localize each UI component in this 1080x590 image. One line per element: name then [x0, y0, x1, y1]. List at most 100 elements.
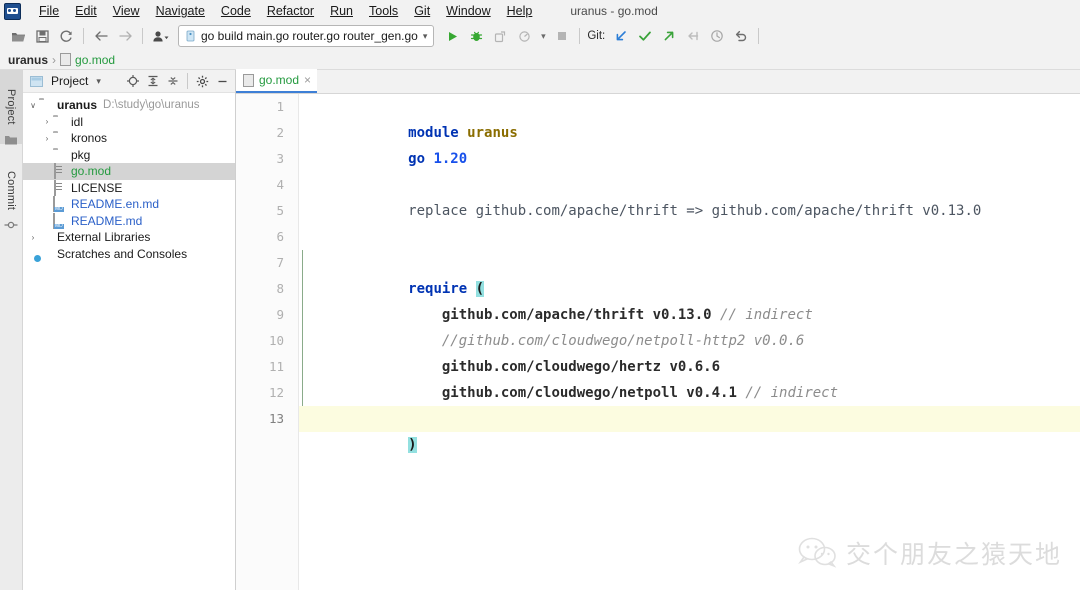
tree-item-readme-en-md[interactable]: README.en.md	[23, 196, 235, 213]
code-line-7[interactable]: require (	[299, 250, 1080, 297]
libraries-icon	[39, 230, 53, 244]
code-line-8[interactable]: github.com/apache/thrift v0.13.0 // indi…	[299, 276, 1080, 323]
refresh-icon[interactable]	[54, 25, 78, 47]
menu-item-help[interactable]: Help	[499, 2, 541, 20]
code-line-2[interactable]: go 1.20	[299, 120, 1080, 167]
tool-window-tab-commit[interactable]: Commit	[0, 154, 22, 228]
tree-item-external-libraries[interactable]: › External Libraries	[23, 229, 235, 246]
tree-item-license[interactable]: LICENSE	[23, 179, 235, 197]
line-number: 1	[276, 99, 284, 114]
code-line-6[interactable]	[299, 224, 1080, 250]
go-build-config-icon	[186, 30, 195, 42]
menu-item-edit[interactable]: Edit	[67, 2, 105, 20]
menu-label-window: Window	[446, 4, 491, 18]
user-settings-icon[interactable]	[148, 25, 172, 47]
file-icon	[53, 179, 67, 196]
close-icon[interactable]: ×	[304, 73, 311, 87]
collapse-all-icon[interactable]	[164, 72, 182, 90]
code-line-12[interactable]: //github.com/cloudwego/kitex v0.6.1	[299, 380, 1080, 427]
profiler-dropdown-icon[interactable]: ▾	[536, 25, 550, 47]
save-icon[interactable]	[30, 25, 54, 47]
line-number: 9	[276, 307, 284, 322]
forward-arrow-icon[interactable]	[113, 25, 137, 47]
tree-item-label: go.mod	[71, 164, 112, 179]
tree-item-label: LICENSE	[71, 180, 123, 195]
editor-tab-label: go.mod	[259, 73, 300, 87]
code-line-10[interactable]: github.com/cloudwego/hertz v0.6.6	[299, 328, 1080, 375]
menu-item-file[interactable]: File	[31, 2, 67, 20]
breadcrumb-project[interactable]: uranus	[8, 53, 48, 67]
code-line-1[interactable]: module uranus	[299, 94, 1080, 141]
undo-icon[interactable]	[729, 25, 753, 47]
chevron-down-icon[interactable]: ▾	[96, 76, 101, 87]
menu-item-tools[interactable]: Tools	[361, 2, 406, 20]
git-commit-icon[interactable]	[633, 25, 657, 47]
run-icon[interactable]	[440, 25, 464, 47]
code-area[interactable]: 1 2 3 4 5 6 7 8 9 10 11 12 13 module ura…	[236, 94, 1080, 590]
toolbar-separator	[758, 28, 760, 44]
folder-icon	[53, 148, 67, 162]
git-update-icon[interactable]	[609, 25, 633, 47]
tree-item-kronos[interactable]: › kronos	[23, 130, 235, 147]
git-rollback-icon[interactable]	[681, 25, 705, 47]
tree-item-pkg[interactable]: pkg	[23, 147, 235, 164]
code-line-13[interactable]: )	[299, 406, 1080, 453]
line-number: 6	[276, 229, 284, 244]
chevron-right-icon[interactable]: ›	[41, 116, 53, 128]
chevron-down-icon[interactable]: ▾	[423, 31, 428, 42]
back-arrow-icon[interactable]	[89, 25, 113, 47]
run-configuration-selector[interactable]: go build main.go router.go router_gen.go…	[178, 25, 435, 47]
menu-item-refactor[interactable]: Refactor	[259, 2, 322, 20]
tool-window-tab-project[interactable]: Project	[0, 70, 22, 144]
stop-icon[interactable]	[550, 25, 574, 47]
git-group-label: Git:	[587, 30, 606, 42]
profiler-icon[interactable]	[512, 25, 536, 47]
tree-item-go-mod[interactable]: go.mod	[23, 163, 235, 180]
run-with-coverage-icon[interactable]	[488, 25, 512, 47]
code-line-3[interactable]	[299, 146, 1080, 172]
menu-item-git[interactable]: Git	[406, 2, 438, 20]
project-folder-icon	[4, 134, 18, 148]
chevron-right-icon[interactable]: ›	[41, 132, 53, 144]
tree-item-scratches-and-consoles[interactable]: Scratches and Consoles	[23, 246, 235, 263]
code-line-4[interactable]: replace github.com/apache/thrift => gith…	[299, 172, 1080, 219]
code-lines[interactable]: module uranus go 1.20 replace github.com…	[299, 94, 1080, 590]
history-clock-icon[interactable]	[705, 25, 729, 47]
tree-item-uranus[interactable]: ∨ uranus D:\study\go\uranus	[23, 97, 235, 114]
folder-icon	[53, 115, 67, 129]
code-line-9[interactable]: //github.com/cloudwego/netpoll-http2 v0.…	[299, 302, 1080, 349]
panel-separator	[187, 73, 188, 89]
chevron-down-icon[interactable]: ∨	[27, 99, 39, 111]
code-line-11[interactable]: github.com/cloudwego/netpoll v0.4.1 // i…	[299, 354, 1080, 401]
chevron-right-icon[interactable]: ›	[27, 231, 39, 243]
menu-label-view: View	[112, 4, 140, 18]
git-push-icon[interactable]	[657, 25, 681, 47]
settings-gear-icon[interactable]	[193, 72, 211, 90]
editor-gutter[interactable]: 1 2 3 4 5 6 7 8 9 10 11 12 13	[236, 94, 299, 590]
left-tool-window-bar: Project Commit	[0, 70, 23, 590]
tree-item-label: kronos	[71, 131, 108, 146]
tree-item-label: External Libraries	[57, 230, 151, 245]
editor-tab-go-mod[interactable]: go.mod ×	[236, 69, 318, 93]
main-toolbar: go build main.go router.go router_gen.go…	[0, 22, 1080, 50]
open-folder-icon[interactable]	[6, 25, 30, 47]
tree-item-readme-md[interactable]: README.md	[23, 212, 235, 230]
scroll-from-source-icon[interactable]	[124, 72, 142, 90]
window-title: uranus - go.mod	[570, 4, 658, 18]
menu-item-window[interactable]: Window	[438, 2, 498, 20]
breadcrumb: uranus › go.mod	[0, 50, 1080, 70]
menu-item-code[interactable]: Code	[213, 2, 259, 20]
hide-panel-icon[interactable]	[213, 72, 231, 90]
menu-label-tools: Tools	[369, 4, 399, 18]
expand-all-icon[interactable]	[144, 72, 162, 90]
menu-item-view[interactable]: View	[105, 2, 148, 20]
code-line-5[interactable]	[299, 198, 1080, 224]
menu-item-run[interactable]: Run	[322, 2, 361, 20]
tree-item-idl[interactable]: › idl	[23, 114, 235, 131]
debug-icon[interactable]	[464, 25, 488, 47]
menu-item-navigate[interactable]: Navigate	[148, 2, 213, 20]
tool-window-tab-commit-label: Commit	[5, 171, 17, 211]
breadcrumb-file[interactable]: go.mod	[75, 53, 115, 67]
